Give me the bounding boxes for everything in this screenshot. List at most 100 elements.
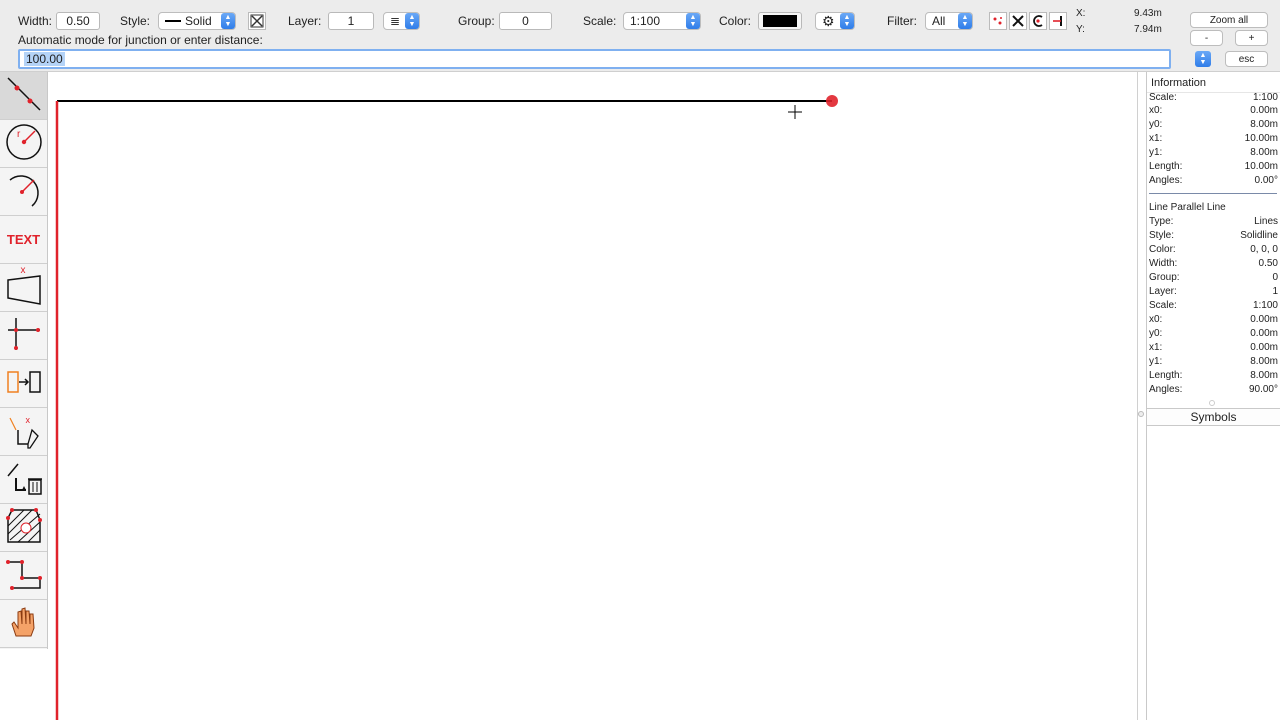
info-key: y1:: [1149, 147, 1163, 158]
hand-tool[interactable]: [0, 600, 47, 648]
zoom-out-button[interactable]: -: [1190, 30, 1223, 46]
info-value: 0.50: [1258, 258, 1278, 269]
layer-label: Layer:: [288, 14, 322, 28]
info-row: Width: 0.50: [1149, 258, 1278, 272]
esc-button[interactable]: esc: [1225, 51, 1268, 67]
info-row: Scale: 1:100: [1149, 300, 1278, 314]
zoom-all-button[interactable]: Zoom all: [1190, 12, 1268, 28]
info-section-title: Line Parallel Line: [1149, 202, 1226, 213]
info-key: Group:: [1149, 272, 1180, 283]
info-value: 8.00m: [1250, 119, 1278, 130]
info-key: Length:: [1149, 161, 1183, 172]
gear-icon: ⚙: [822, 12, 835, 29]
snap-points-icon[interactable]: [989, 12, 1007, 30]
style-value: Solid: [185, 14, 212, 28]
dimension-tool-icon: x: [4, 264, 44, 308]
info-key: y1:: [1149, 356, 1163, 367]
info-value: 0: [1272, 272, 1278, 283]
info-row: x1: 0.00m: [1149, 342, 1278, 356]
distance-history-stepper-icon[interactable]: ▲ ▼: [1195, 51, 1211, 67]
info-value: Solidline: [1240, 230, 1278, 241]
style-label: Style:: [120, 14, 151, 28]
info-separator: [1149, 193, 1277, 194]
arc-tool[interactable]: [0, 168, 47, 216]
info-key: x0:: [1149, 314, 1163, 325]
info-row: Length: 10.00m: [1149, 161, 1278, 175]
color-label: Color:: [719, 14, 752, 28]
group-label: Group:: [458, 14, 495, 28]
arc-tool-icon: [4, 170, 44, 213]
info-header-divider: [1147, 92, 1280, 93]
info-value: 90.00°: [1248, 384, 1278, 395]
hatch-tool-icon: [4, 506, 44, 549]
symbols-header[interactable]: Symbols: [1147, 408, 1280, 426]
zoom-in-button[interactable]: +: [1235, 30, 1268, 46]
circle-tool[interactable]: r: [0, 120, 47, 168]
y-coord-value: 7.94m: [1134, 23, 1162, 35]
group-field[interactable]: 0: [499, 12, 552, 30]
info-row: Style: Solidline: [1149, 230, 1278, 244]
color-well[interactable]: [758, 12, 802, 30]
info-value: 1: [1272, 286, 1278, 297]
endpoint-handle[interactable]: [826, 95, 838, 107]
list-icon: ≣: [390, 14, 401, 28]
panel-splitter-icon[interactable]: [1209, 400, 1215, 406]
info-key: Scale:: [1149, 92, 1177, 103]
info-key: y0:: [1149, 328, 1163, 339]
width-field[interactable]: 0.50: [56, 12, 100, 30]
symbols-label: Symbols: [1190, 410, 1237, 424]
info-key: Length:: [1149, 370, 1183, 381]
distance-input-value: 100.00: [24, 52, 65, 66]
polyline-tool[interactable]: [0, 552, 47, 600]
info-key: Angles:: [1149, 175, 1183, 186]
svg-text:r: r: [17, 129, 21, 140]
dimension-tool[interactable]: x: [0, 264, 47, 312]
hatch-tool[interactable]: [0, 504, 47, 552]
info-value: 0.00m: [1250, 328, 1278, 339]
copy-tool[interactable]: [0, 360, 47, 408]
polyline-tool-icon: [4, 554, 44, 597]
info-value: 8.00m: [1250, 147, 1278, 158]
info-key: Width:: [1149, 258, 1178, 269]
x-coord-label: X:: [1076, 7, 1086, 19]
info-row: Layer: 1: [1149, 286, 1278, 300]
copy-tool-icon: [4, 362, 44, 405]
y-coord-label: Y:: [1076, 23, 1085, 35]
solid-line-icon: [165, 20, 181, 22]
perpendicular-tool[interactable]: [0, 312, 47, 360]
scale-value: 1:100: [630, 14, 661, 28]
filter-select[interactable]: All ▲ ▼: [925, 12, 973, 30]
snap-intersection-icon[interactable]: [1009, 12, 1027, 30]
drawing-canvas[interactable]: [48, 72, 1138, 720]
info-value: 0, 0, 0: [1250, 244, 1278, 255]
crosshair-cursor: [788, 105, 802, 119]
layer-stepper-icon: ▲ ▼: [405, 13, 419, 29]
edit-tool[interactable]: x: [0, 408, 47, 456]
delete-tool[interactable]: [0, 456, 47, 504]
x-coord-value: 9.43m: [1134, 7, 1162, 19]
line-tool[interactable]: [0, 72, 47, 120]
splitter-handle[interactable]: [1138, 411, 1144, 417]
style-select[interactable]: Solid ▲ ▼: [158, 12, 236, 30]
info-key: Color:: [1149, 244, 1176, 255]
settings-select[interactable]: ⚙ ▲ ▼: [815, 12, 855, 30]
info-key: Angles:: [1149, 384, 1183, 395]
snap-perpendicular-icon[interactable]: [1049, 12, 1067, 30]
no-style-icon[interactable]: [248, 12, 266, 30]
line-tool-icon: [4, 74, 44, 117]
distance-input[interactable]: 100.00: [18, 49, 1171, 69]
info-row: Color: 0, 0, 0: [1149, 244, 1278, 258]
snap-center-icon[interactable]: [1029, 12, 1047, 30]
info-value: 1:100: [1252, 92, 1278, 103]
info-title: Information: [1151, 77, 1207, 89]
scale-select[interactable]: 1:100 ▲ ▼: [623, 12, 701, 30]
layer-list-select[interactable]: ≣ ▲ ▼: [383, 12, 420, 30]
style-stepper-icon: ▲ ▼: [221, 13, 235, 29]
info-value: 10.00m: [1244, 133, 1278, 144]
dimension-tool-label: x: [20, 264, 26, 276]
text-tool[interactable]: TEXT: [0, 216, 47, 264]
info-value: 8.00m: [1250, 356, 1278, 367]
info-row: y1: 8.00m: [1149, 356, 1278, 370]
layer-field[interactable]: 1: [328, 12, 374, 30]
settings-stepper-icon: ▲ ▼: [840, 13, 854, 29]
